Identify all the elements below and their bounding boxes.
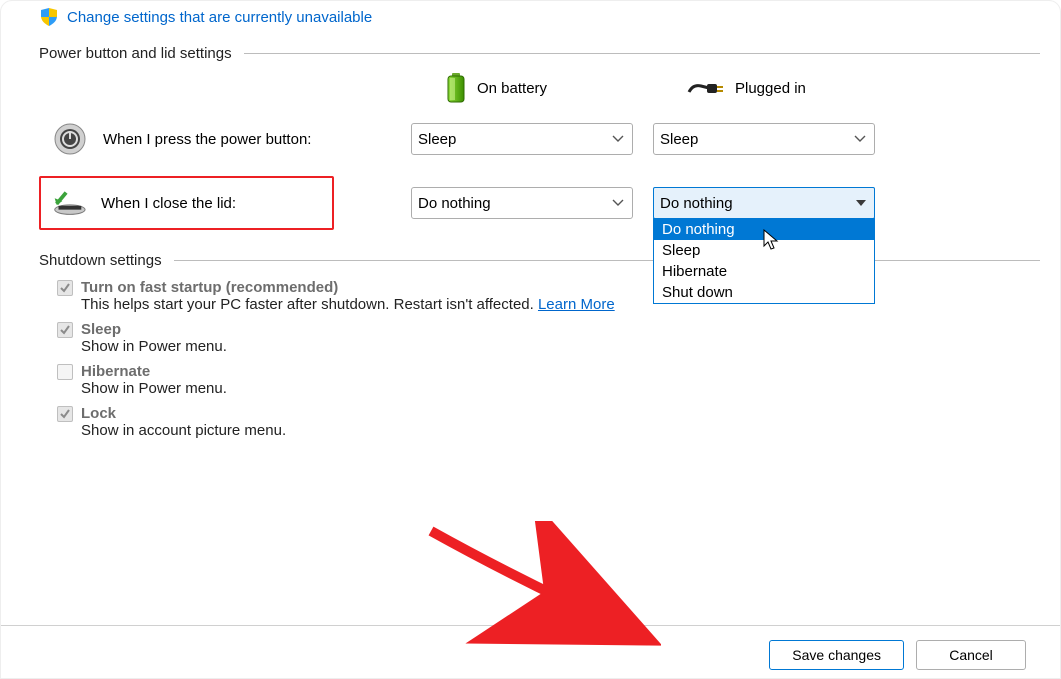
lock-checkbox[interactable] bbox=[57, 406, 73, 422]
close-lid-plugged-dropdown[interactable]: Do nothing Sleep Hibernate Shut down bbox=[653, 218, 875, 304]
dropdown-option-hibernate[interactable]: Hibernate bbox=[654, 261, 874, 282]
sleep-desc: Show in Power menu. bbox=[81, 338, 1040, 355]
close-lid-battery-select[interactable]: Do nothing bbox=[411, 187, 633, 219]
power-button-icon bbox=[51, 120, 89, 158]
power-button-lid-group-header: Power button and lid settings bbox=[39, 45, 1040, 62]
fast-startup-checkbox[interactable] bbox=[57, 280, 73, 296]
power-button-row-label: When I press the power button: bbox=[103, 131, 311, 148]
plugged-in-column-label: Plugged in bbox=[735, 80, 806, 97]
cancel-button[interactable]: Cancel bbox=[916, 640, 1026, 670]
uac-shield-icon bbox=[39, 7, 59, 27]
power-button-battery-select[interactable]: Sleep bbox=[411, 123, 633, 155]
sleep-checkbox[interactable] bbox=[57, 322, 73, 338]
close-lid-row-label: When I close the lid: bbox=[101, 195, 236, 212]
laptop-lid-icon bbox=[49, 184, 87, 222]
close-lid-plugged-select[interactable]: Do nothing bbox=[653, 187, 875, 219]
learn-more-link[interactable]: Learn More bbox=[538, 296, 615, 313]
change-unavailable-settings-link[interactable]: Change settings that are currently unava… bbox=[67, 9, 372, 26]
save-changes-button[interactable]: Save changes bbox=[769, 640, 904, 670]
dropdown-option-do-nothing[interactable]: Do nothing bbox=[654, 219, 874, 240]
hibernate-desc: Show in Power menu. bbox=[81, 380, 1040, 397]
hibernate-label: Hibernate bbox=[81, 363, 150, 380]
on-battery-column-label: On battery bbox=[477, 80, 547, 97]
dropdown-option-sleep[interactable]: Sleep bbox=[654, 240, 874, 261]
shutdown-settings-group-header: Shutdown settings bbox=[39, 252, 1040, 269]
plug-icon bbox=[687, 78, 725, 98]
lock-label: Lock bbox=[81, 405, 116, 422]
sleep-label: Sleep bbox=[81, 321, 121, 338]
lock-desc: Show in account picture menu. bbox=[81, 422, 1040, 439]
hibernate-checkbox[interactable] bbox=[57, 364, 73, 380]
dropdown-option-shut-down[interactable]: Shut down bbox=[654, 282, 874, 303]
fast-startup-desc: This helps start your PC faster after sh… bbox=[81, 296, 538, 313]
power-button-plugged-select[interactable]: Sleep bbox=[653, 123, 875, 155]
close-lid-highlight-box: When I close the lid: bbox=[39, 176, 334, 230]
fast-startup-label: Turn on fast startup (recommended) bbox=[81, 279, 338, 296]
battery-icon bbox=[445, 72, 467, 104]
